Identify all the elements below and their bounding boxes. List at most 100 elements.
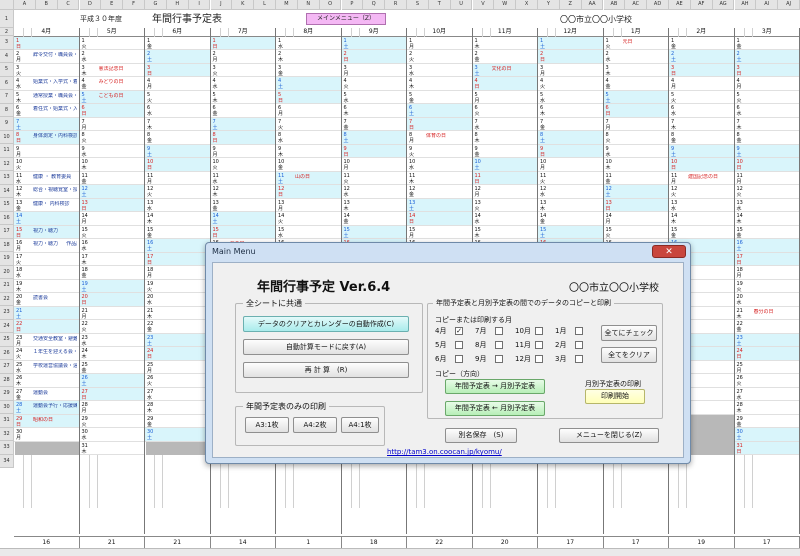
save-as-button[interactable]: 別名保存 (S) [445, 428, 517, 443]
day-cell[interactable] [472, 144, 537, 158]
day-cell[interactable] [472, 131, 537, 145]
close-button[interactable]: ✕ [652, 245, 686, 258]
day-cell[interactable] [538, 131, 603, 145]
row-header[interactable]: 27 [0, 360, 14, 374]
column-header[interactable]: I [188, 0, 211, 10]
day-cell[interactable] [472, 225, 537, 239]
day-cell[interactable] [669, 225, 734, 239]
day-cell[interactable] [603, 131, 668, 145]
day-cell[interactable] [79, 36, 144, 50]
print-a4-1-button[interactable]: A4:1枚 [341, 417, 379, 433]
day-cell[interactable] [14, 117, 79, 131]
day-cell[interactable] [734, 198, 799, 212]
day-cell[interactable] [341, 117, 406, 131]
day-cell[interactable] [603, 77, 668, 91]
day-cell[interactable] [14, 266, 79, 280]
column-header[interactable]: H [166, 0, 189, 10]
day-cell[interactable] [14, 212, 79, 226]
column-header[interactable]: D [79, 0, 102, 10]
day-cell[interactable] [14, 144, 79, 158]
day-cell[interactable] [210, 144, 275, 158]
row-header[interactable]: 23 [0, 306, 14, 320]
day-cell[interactable] [472, 50, 537, 64]
column-header[interactable]: AA [581, 0, 604, 10]
day-cell[interactable] [145, 36, 210, 50]
column-header[interactable]: V [472, 0, 495, 10]
day-cell[interactable] [276, 198, 341, 212]
row-header[interactable]: 33 [0, 441, 14, 455]
day-cell[interactable] [145, 212, 210, 226]
day-cell[interactable] [734, 387, 799, 401]
day-cell[interactable] [341, 212, 406, 226]
day-cell[interactable] [79, 320, 144, 334]
day-cell[interactable] [669, 198, 734, 212]
day-cell[interactable] [734, 293, 799, 307]
month-checkbox[interactable] [495, 341, 503, 349]
day-cell[interactable] [407, 50, 472, 64]
print-a4-2-button[interactable]: A4:2枚 [293, 417, 337, 433]
day-cell[interactable] [276, 158, 341, 172]
day-cell[interactable] [734, 347, 799, 361]
day-cell[interactable] [734, 117, 799, 131]
column-header[interactable]: AD [647, 0, 669, 10]
column-header[interactable]: A [14, 0, 36, 10]
row-header[interactable]: 29 [0, 387, 14, 401]
month-checkbox[interactable] [455, 355, 463, 363]
day-cell[interactable] [538, 198, 603, 212]
row-header[interactable]: 28 [0, 373, 14, 387]
day-cell[interactable] [669, 212, 734, 226]
day-cell[interactable] [734, 374, 799, 388]
month-checkbox[interactable] [535, 341, 543, 349]
copy-to-monthly-button[interactable]: 年間予定表 → 月別予定表 [445, 379, 545, 394]
day-cell[interactable] [603, 185, 668, 199]
row-header[interactable]: 13 [0, 171, 14, 185]
day-cell[interactable] [538, 36, 603, 50]
day-cell[interactable] [538, 212, 603, 226]
month-checkbox[interactable] [495, 355, 503, 363]
day-cell[interactable] [407, 158, 472, 172]
day-cell[interactable] [734, 320, 799, 334]
row-header[interactable]: 1 [0, 10, 14, 28]
column-header[interactable]: AH [734, 0, 757, 10]
row-header[interactable]: 9 [0, 117, 14, 131]
day-cell[interactable] [276, 90, 341, 104]
day-cell[interactable] [407, 36, 472, 50]
day-cell[interactable] [210, 104, 275, 118]
day-cell[interactable] [669, 144, 734, 158]
day-cell[interactable] [79, 387, 144, 401]
day-cell[interactable] [210, 77, 275, 91]
day-cell[interactable] [14, 428, 79, 442]
day-cell[interactable] [472, 212, 537, 226]
column-header[interactable]: F [123, 0, 145, 10]
dialog-titlebar[interactable]: Main Menu ✕ [206, 243, 690, 261]
day-cell[interactable] [276, 77, 341, 91]
day-cell[interactable] [603, 117, 668, 131]
day-cell[interactable] [14, 306, 79, 320]
day-cell[interactable] [210, 171, 275, 185]
column-header[interactable]: J [210, 0, 233, 10]
day-cell[interactable] [276, 104, 341, 118]
day-cell[interactable] [145, 171, 210, 185]
column-header[interactable]: Z [559, 0, 582, 10]
day-cell[interactable] [603, 158, 668, 172]
day-cell[interactable] [538, 63, 603, 77]
day-cell[interactable] [145, 333, 210, 347]
month-checkbox[interactable]: ✓ [455, 327, 463, 335]
day-cell[interactable] [210, 90, 275, 104]
row-header[interactable]: 10 [0, 130, 14, 144]
day-cell[interactable] [472, 117, 537, 131]
day-cell[interactable] [341, 185, 406, 199]
day-cell[interactable] [734, 144, 799, 158]
day-cell[interactable] [407, 185, 472, 199]
day-cell[interactable] [734, 90, 799, 104]
month-checkbox[interactable] [575, 341, 583, 349]
row-header[interactable]: 22 [0, 292, 14, 306]
day-cell[interactable] [210, 158, 275, 172]
column-header[interactable]: G [145, 0, 167, 10]
select-all-corner[interactable] [0, 0, 14, 10]
column-header[interactable]: U [450, 0, 473, 10]
column-header[interactable]: AG [712, 0, 735, 10]
auto-calc-button[interactable]: 自動計算モードに戻す(A) [243, 339, 409, 355]
row-header[interactable]: 6 [0, 76, 14, 90]
day-cell[interactable] [538, 225, 603, 239]
